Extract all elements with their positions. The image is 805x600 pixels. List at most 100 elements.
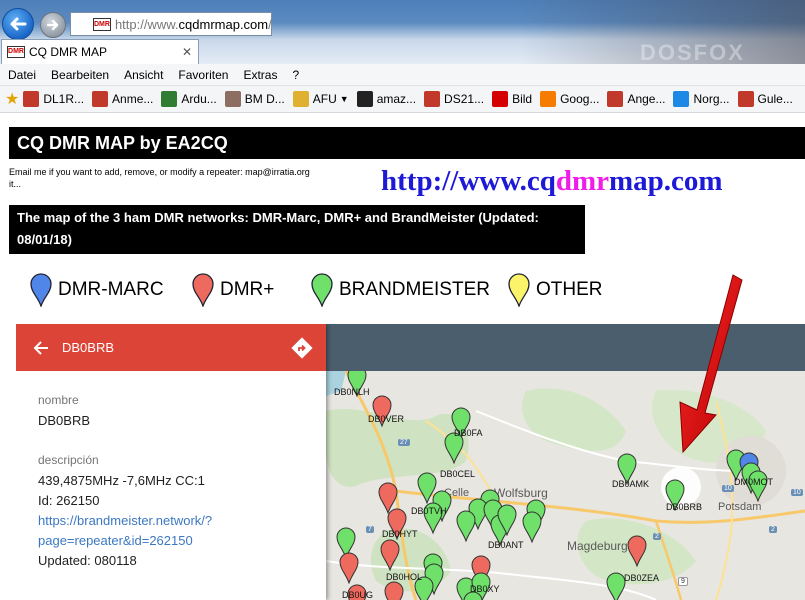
favorite-item[interactable]: Anme... bbox=[92, 91, 153, 107]
repeater-marker-icon[interactable] bbox=[384, 581, 404, 600]
road-badge-2b: 2 bbox=[769, 526, 777, 533]
favorite-label: Bild bbox=[512, 92, 533, 106]
favorite-label: Anme... bbox=[112, 92, 154, 106]
road-badge-7: 7 bbox=[366, 526, 374, 533]
address-text: http://www.cqdmrmap.com/ bbox=[114, 16, 272, 32]
city-label-wolfsburg: Wolfsburg bbox=[494, 486, 548, 500]
favorite-item[interactable]: DL1R... bbox=[23, 91, 84, 107]
directions-button[interactable] bbox=[290, 336, 314, 360]
frequency-line: 439,4875MHz -7,6MHz CC:1 bbox=[38, 473, 205, 488]
back-arrow-icon bbox=[33, 340, 48, 355]
bild-icon bbox=[492, 91, 509, 107]
info-panel-body: nombre DB0BRB descripción 439,4875MHz -7… bbox=[16, 393, 326, 571]
road-badge-10b: 10 bbox=[791, 489, 803, 496]
repeater-marker-icon[interactable] bbox=[380, 539, 400, 571]
map-canvas[interactable]: Celle Wolfsburg Potsdam Magdeburg 27 7 2… bbox=[326, 371, 805, 600]
favorite-item[interactable]: amaz... bbox=[356, 91, 416, 107]
legend-dmr-marc: DMR-MARC bbox=[30, 273, 164, 307]
repeater-label-db0zea: DB0ZEA bbox=[624, 573, 660, 583]
favorite-label: Ange... bbox=[627, 92, 666, 106]
favorite-item[interactable]: Bild bbox=[492, 91, 532, 107]
chart-icon bbox=[540, 91, 557, 107]
back-arrow-icon bbox=[10, 17, 27, 31]
menu-datei[interactable]: Datei bbox=[0, 68, 43, 82]
favorites-list: DL1R... Anme... Ardu... BM D... AFU ▼ amaz... D… bbox=[23, 91, 801, 107]
repeater-label-db0ug: DB0UG bbox=[342, 590, 374, 600]
favorites-star-icon[interactable]: ★ bbox=[5, 89, 19, 109]
menu-bar: Datei Bearbeiten Ansicht Favoriten Extra… bbox=[0, 64, 805, 86]
document-icon bbox=[737, 91, 754, 107]
favorite-label: DS21... bbox=[444, 92, 485, 106]
legend-brandmeister: BRANDMEISTER bbox=[311, 273, 490, 307]
back-button[interactable] bbox=[2, 8, 34, 40]
favorite-item[interactable]: Gule... bbox=[737, 91, 793, 107]
favorite-item[interactable]: AFU ▼ bbox=[292, 91, 349, 107]
site-title: CQ DMR MAP by EA2CQ bbox=[9, 127, 805, 159]
web-page: CQ DMR MAP by EA2CQ Email me if you want… bbox=[0, 113, 805, 600]
repeater-label-db0hol: DB0HOL bbox=[386, 572, 423, 582]
document-icon bbox=[424, 91, 441, 107]
address-bar[interactable]: DMR http://www.cqdmrmap.com/ bbox=[70, 12, 272, 36]
menu-help[interactable]: ? bbox=[284, 68, 306, 82]
chevron-down-icon[interactable]: ▼ bbox=[340, 94, 349, 104]
repeater-marker-icon[interactable] bbox=[456, 510, 476, 542]
document-icon bbox=[224, 91, 241, 107]
repeater-info-panel: DB0BRB nombre DB0BRB descripción 439,487… bbox=[16, 324, 326, 600]
favorite-label: Norg... bbox=[693, 92, 730, 106]
city-label-magdeburg: Magdeburg bbox=[567, 539, 628, 553]
folder-icon bbox=[292, 91, 309, 107]
favorite-item[interactable]: Goog... bbox=[540, 91, 599, 107]
legend-dmr-plus: DMR+ bbox=[192, 273, 274, 307]
document-icon bbox=[607, 91, 624, 107]
tab-close-icon[interactable]: ✕ bbox=[182, 45, 192, 59]
repeater-label-db0nlh: DB0NLH bbox=[334, 387, 370, 397]
favorites-bar: ★ DL1R... Anme... Ardu... BM D... AFU ▼ amaz..… bbox=[0, 86, 805, 113]
menu-extras[interactable]: Extras bbox=[235, 68, 284, 82]
repeater-label-db0xy: DB0XY bbox=[470, 584, 500, 594]
repeater-marker-icon[interactable] bbox=[627, 535, 647, 567]
repeater-marker-icon[interactable] bbox=[497, 504, 517, 536]
info-panel-header: DB0BRB bbox=[16, 324, 326, 371]
tab-label: CQ DMR MAP bbox=[29, 45, 107, 59]
document-icon bbox=[92, 91, 109, 107]
favorite-label: DL1R... bbox=[43, 92, 85, 106]
forward-button[interactable] bbox=[40, 12, 66, 38]
favorite-label: AFU bbox=[312, 92, 337, 106]
repeater-marker-icon[interactable] bbox=[339, 552, 359, 584]
menu-bearbeiten[interactable]: Bearbeiten bbox=[43, 68, 116, 82]
network-legend: DMR-MARC DMR+ BRANDMEISTER OTHER bbox=[30, 273, 800, 313]
menu-favoriten[interactable]: Favoriten bbox=[170, 68, 235, 82]
amazon-icon bbox=[356, 91, 373, 107]
updated-line: Updated: 080118 bbox=[38, 553, 137, 568]
email-note: Email me if you want to add, remove, or … bbox=[9, 167, 310, 189]
favorite-item[interactable]: Ardu... bbox=[161, 91, 217, 107]
description-value: 439,4875MHz -7,6MHz CC:1 Id: 262150 http… bbox=[38, 471, 326, 571]
road-badge-10: 10 bbox=[722, 485, 734, 492]
document-icon bbox=[23, 91, 40, 107]
repeater-label-db0tvh: DB0TVH bbox=[411, 506, 447, 516]
menu-ansicht[interactable]: Ansicht bbox=[116, 68, 170, 82]
repeater-label-db0cel: DB0CEL bbox=[440, 469, 476, 479]
site-url-banner[interactable]: http://www.cqdmrmap.com bbox=[381, 165, 723, 198]
directions-icon bbox=[291, 336, 313, 359]
browser-titlebar: DOSFOX Mobil DMR http://www.cqdmrmap.com… bbox=[0, 0, 805, 91]
repeater-marker-icon[interactable] bbox=[522, 511, 542, 543]
favorite-item[interactable]: Norg... bbox=[673, 91, 730, 107]
repeater-label-db0ant: DB0ANT bbox=[488, 540, 524, 550]
panel-back-button[interactable] bbox=[30, 337, 52, 359]
repeater-label-dm0mot: DM0MOT bbox=[734, 477, 773, 487]
map-widget: Celle Wolfsburg Potsdam Magdeburg 27 7 2… bbox=[16, 324, 805, 600]
favorite-item[interactable]: DS21... bbox=[424, 91, 484, 107]
brandmeister-link[interactable]: https://brandmeister.network/? page=repea… bbox=[38, 511, 326, 551]
tab-cq-dmr-map[interactable]: DMR CQ DMR MAP ✕ bbox=[1, 39, 199, 64]
arrow-icon bbox=[673, 91, 690, 107]
favorite-item[interactable]: Ange... bbox=[607, 91, 665, 107]
name-value: DB0BRB bbox=[38, 413, 91, 428]
city-label-potsdam: Potsdam bbox=[718, 501, 762, 513]
favorite-label: BM D... bbox=[244, 92, 285, 106]
red-marker-icon bbox=[192, 273, 214, 307]
repeater-label-db0ver: DB0VER bbox=[368, 414, 405, 424]
road-badge-9: 9 bbox=[678, 577, 688, 586]
favorite-item[interactable]: BM D... bbox=[224, 91, 285, 107]
repeater-marker-icon[interactable] bbox=[606, 572, 626, 600]
